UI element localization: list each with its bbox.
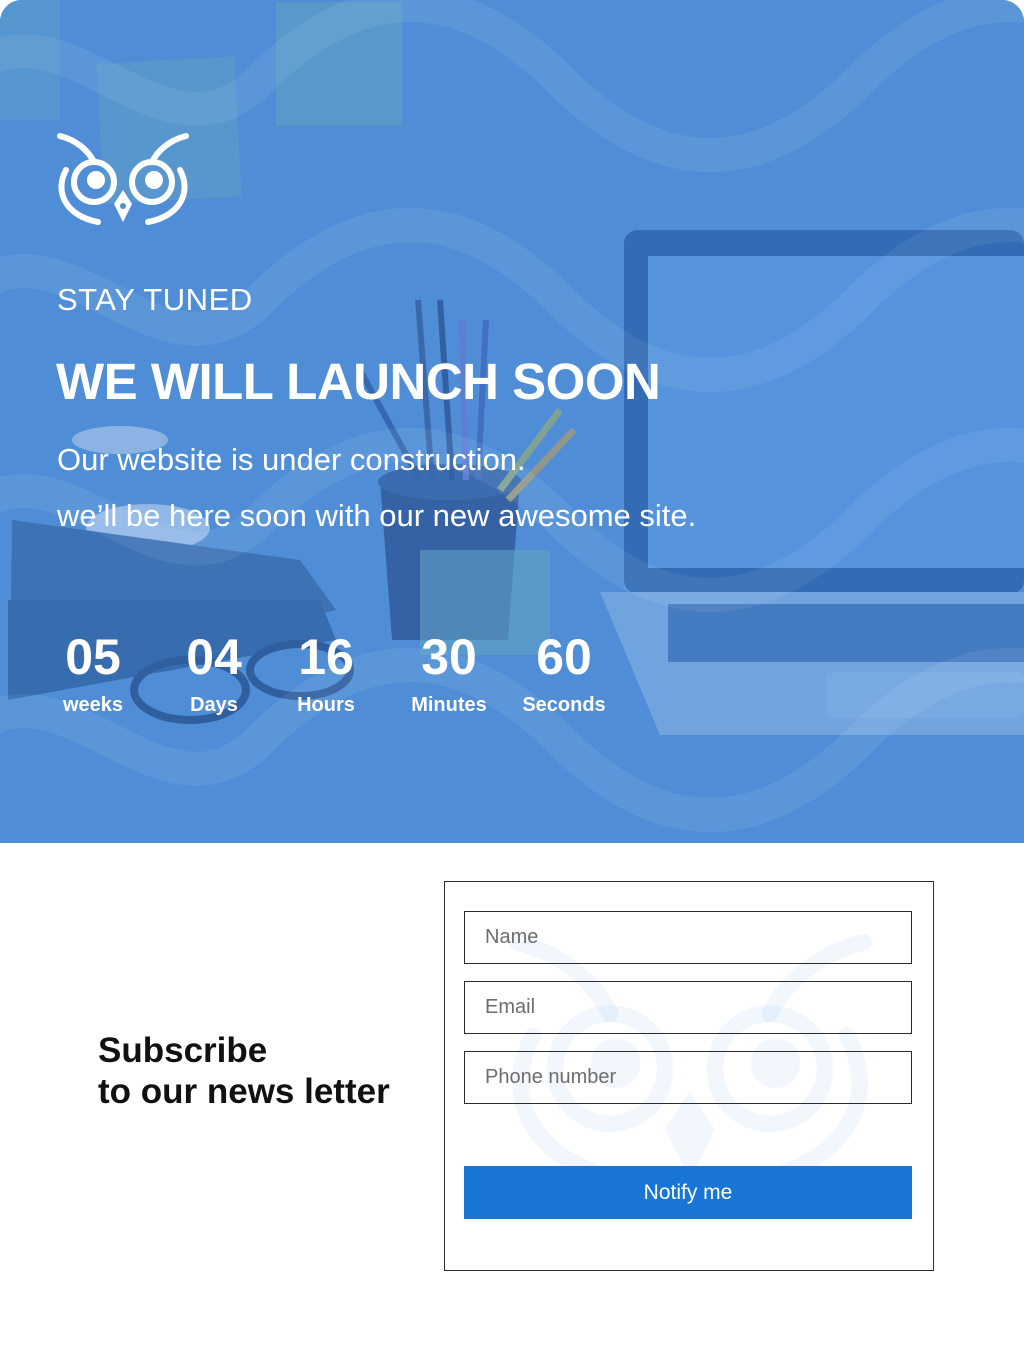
- email-input[interactable]: [464, 981, 912, 1034]
- countdown-value: 60: [536, 629, 592, 685]
- subscribe-heading-line-2: to our news letter: [98, 1072, 390, 1111]
- countdown-label: Days: [190, 694, 238, 716]
- countdown-timer: 05 weeks 04 Days 16 Hours 30 Minutes 60 …: [0, 626, 700, 726]
- countdown-value: 04: [186, 629, 242, 685]
- subscribe-form: Notify me: [444, 881, 934, 1271]
- name-input[interactable]: [464, 911, 912, 964]
- countdown-label: Hours: [297, 694, 355, 716]
- countdown-seconds: 60 Seconds: [516, 626, 612, 722]
- countdown-label: Seconds: [522, 694, 606, 716]
- countdown-label: weeks: [62, 694, 124, 716]
- owl-logo-icon: [57, 133, 189, 225]
- countdown-days: 04 Days: [176, 626, 252, 722]
- countdown-weeks: 05 weeks: [56, 626, 130, 722]
- notify-me-button[interactable]: Notify me: [464, 1166, 912, 1219]
- hero-section: STAY TUNED WE WILL LAUNCH SOON Our websi…: [0, 0, 1024, 843]
- countdown-value: 30: [421, 629, 477, 685]
- construction-message: Our website is under construction.: [57, 442, 526, 477]
- page-headline: WE WILL LAUNCH SOON: [56, 353, 661, 410]
- countdown-value: 16: [298, 629, 354, 685]
- subscribe-heading: Subscribe to our news letter: [98, 1030, 390, 1112]
- coming-soon-message: we’ll be here soon with our new awesome …: [57, 498, 697, 533]
- phone-number-input[interactable]: [464, 1051, 912, 1104]
- subscribe-heading-line-1: Subscribe: [98, 1031, 268, 1070]
- countdown-label: Minutes: [411, 694, 487, 716]
- countdown-hours: 16 Hours: [292, 626, 360, 722]
- stay-tuned-label: STAY TUNED: [57, 282, 253, 317]
- countdown-minutes: 30 Minutes: [404, 626, 494, 722]
- countdown-value: 05: [65, 629, 121, 685]
